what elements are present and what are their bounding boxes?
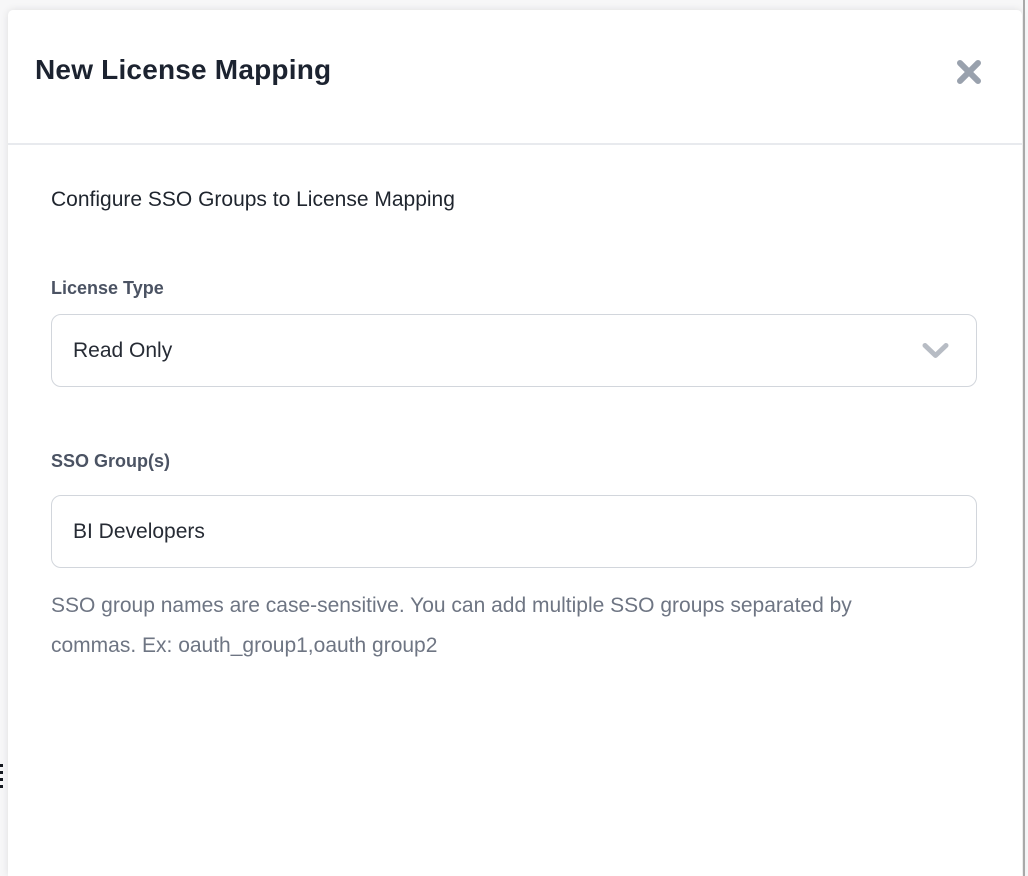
close-icon bbox=[955, 58, 983, 86]
license-type-select[interactable]: Read Only bbox=[51, 314, 977, 387]
background-page-clipped-content bbox=[0, 764, 3, 792]
dialog-header: New License Mapping bbox=[8, 10, 1022, 145]
dialog-title: New License Mapping bbox=[35, 54, 331, 86]
window-edge-line bbox=[1023, 0, 1025, 876]
sso-groups-input[interactable] bbox=[51, 495, 977, 568]
sso-groups-help-text: SSO group names are case-sensitive. You … bbox=[51, 586, 931, 666]
dialog-description: Configure SSO Groups to License Mapping bbox=[51, 188, 979, 212]
chevron-down-icon bbox=[922, 342, 949, 359]
spacer bbox=[51, 387, 979, 451]
license-type-label: License Type bbox=[51, 278, 979, 299]
license-type-selected-value: Read Only bbox=[73, 339, 172, 363]
dialog-body: Configure SSO Groups to License Mapping … bbox=[8, 145, 1022, 666]
sso-groups-field: SSO Group(s) SSO group names are case-se… bbox=[51, 451, 979, 666]
new-license-mapping-dialog: New License Mapping Configure SSO Groups… bbox=[8, 10, 1022, 876]
license-type-field: License Type Read Only bbox=[51, 278, 979, 387]
sso-groups-label: SSO Group(s) bbox=[51, 451, 979, 472]
close-button[interactable] bbox=[949, 52, 989, 92]
